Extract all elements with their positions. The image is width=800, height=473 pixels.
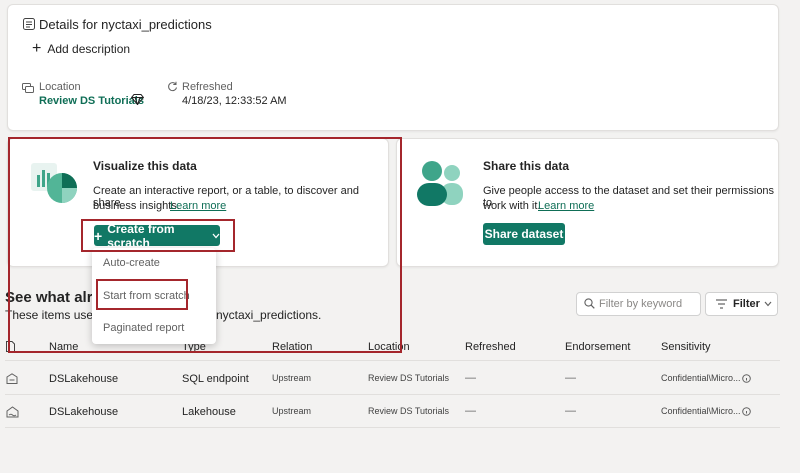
row-sensitivity: Confidential\Micro... — [661, 406, 741, 416]
row-type: SQL endpoint — [182, 373, 249, 385]
row-location[interactable]: Review DS Tutorials — [368, 406, 449, 416]
row-type: Lakehouse — [182, 406, 236, 418]
row-relation: Upstream — [272, 406, 312, 416]
refreshed-value: 4/18/23, 12:33:52 AM — [182, 95, 287, 107]
col-header-sensitivity[interactable]: Sensitivity — [661, 341, 711, 353]
add-description-label: Add description — [47, 42, 131, 56]
plus-icon: + — [32, 40, 42, 57]
row-name[interactable]: DSLakehouse — [49, 406, 118, 418]
highlight-start-from-scratch — [96, 279, 188, 310]
row-endorsement: — — [565, 405, 576, 417]
highlight-create-button — [81, 219, 235, 252]
share-card: Share this data Give people access to th… — [396, 138, 779, 267]
row-refreshed: — — [465, 372, 476, 384]
filter-keyword-input[interactable]: Filter by keyword — [576, 292, 701, 316]
search-icon — [584, 298, 595, 309]
row-refreshed: — — [465, 405, 476, 417]
filter-button[interactable]: Filter — [705, 292, 778, 316]
filter-keyword-placeholder: Filter by keyword — [599, 298, 683, 310]
add-description-button[interactable]: + Add description — [32, 40, 131, 57]
col-header-endorsement[interactable]: Endorsement — [565, 341, 630, 353]
col-header-refreshed[interactable]: Refreshed — [465, 341, 516, 353]
row-divider — [5, 427, 780, 428]
refreshed-label: Refreshed — [182, 81, 233, 93]
premium-diamond-icon — [131, 94, 144, 105]
row-sensitivity: Confidential\Micro... — [661, 373, 741, 383]
details-card: Details for nyctaxi_predictions + Add de… — [7, 4, 779, 131]
sql-endpoint-icon — [6, 373, 18, 384]
row-relation: Upstream — [272, 373, 312, 383]
share-dataset-button[interactable]: Share dataset — [483, 223, 565, 245]
share-description-2: work with it. — [483, 200, 541, 212]
share-title: Share this data — [483, 159, 570, 173]
row-endorsement: — — [565, 372, 576, 384]
info-icon[interactable] — [742, 407, 751, 416]
chevron-down-icon — [764, 301, 772, 307]
info-icon[interactable] — [742, 374, 751, 383]
share-learn-more-link[interactable]: Learn more — [538, 200, 594, 212]
filter-label: Filter — [733, 298, 760, 310]
location-label: Location — [39, 81, 81, 93]
row-name[interactable]: DSLakehouse — [49, 373, 118, 385]
row-location[interactable]: Review DS Tutorials — [368, 373, 449, 383]
table-row[interactable]: DSLakehouse Lakehouse Upstream Review DS… — [0, 395, 800, 428]
location-icon — [22, 83, 34, 93]
share-dataset-label: Share dataset — [484, 227, 564, 241]
location-link[interactable]: Review DS Tutorials — [39, 95, 144, 107]
lakehouse-icon — [6, 406, 19, 418]
details-title: Details for nyctaxi_predictions — [39, 17, 212, 32]
dataset-icon — [23, 18, 35, 30]
table-row[interactable]: DSLakehouse SQL endpoint Upstream Review… — [0, 361, 800, 395]
refresh-icon — [167, 81, 178, 92]
people-illustration-icon — [414, 159, 470, 207]
filter-icon — [716, 299, 727, 309]
